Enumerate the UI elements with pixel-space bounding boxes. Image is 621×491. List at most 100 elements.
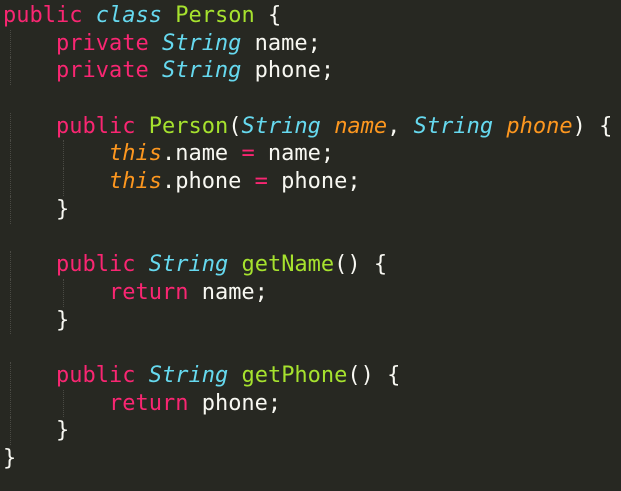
indent-guide <box>9 168 11 196</box>
code-token-storage: String <box>161 30 242 56</box>
code-token-storage: String <box>161 58 242 84</box>
code-token-entity: getPhone <box>241 362 348 388</box>
code-token-keyword: public <box>55 252 136 278</box>
code-token-keyword: = <box>241 141 255 167</box>
code-token-keyword: = <box>254 169 268 195</box>
code-token: } <box>55 418 70 444</box>
code-token: { <box>254 3 282 28</box>
code-token: ( <box>228 113 242 139</box>
code-token: name; <box>188 279 268 305</box>
indent-guide <box>9 140 11 169</box>
code-token-keyword: private <box>55 30 149 56</box>
code-token: , <box>387 113 414 139</box>
code-token-storage: String <box>148 252 229 278</box>
code-line[interactable]: this.name = name; <box>3 140 621 169</box>
code-token-storage: class <box>95 3 162 28</box>
code-line[interactable]: public String getPhone() { <box>3 361 621 390</box>
code-line[interactable]: } <box>3 195 621 224</box>
code-line[interactable]: } <box>3 445 621 473</box>
indent-guide <box>9 361 11 390</box>
code-token: phone; <box>188 390 282 416</box>
code-token-keyword: private <box>55 58 149 84</box>
code-token-parameter: this <box>108 169 162 195</box>
code-token-entity: Person <box>148 113 229 139</box>
code-token-keyword: public <box>55 113 136 139</box>
indent-guide <box>9 29 11 58</box>
indent-guide <box>9 306 11 335</box>
code-token: () { <box>334 252 388 278</box>
code-token: phone; <box>241 58 335 84</box>
code-line[interactable]: } <box>3 306 621 335</box>
code-token: } <box>3 446 17 471</box>
indent-guide <box>9 112 11 141</box>
code-token: () { <box>347 362 401 388</box>
code-token: .phone <box>161 169 255 195</box>
code-line[interactable]: private String phone; <box>3 57 621 86</box>
code-line[interactable]: public class Person { <box>3 2 621 30</box>
indent-guide <box>9 195 11 224</box>
code-token-parameter: name <box>334 113 388 139</box>
code-line[interactable]: return phone; <box>3 389 621 418</box>
code-line[interactable]: public Person(String name, String phone)… <box>3 112 621 141</box>
code-line[interactable]: ​ <box>3 334 621 362</box>
code-token: } <box>55 196 70 222</box>
indent-guide <box>62 389 64 418</box>
code-line[interactable]: return name; <box>3 278 621 307</box>
code-token-storage: String <box>241 113 321 139</box>
code-line[interactable]: ​ <box>3 85 621 113</box>
code-token: phone; <box>267 169 361 195</box>
code-token: name; <box>254 141 335 167</box>
code-token-parameter: phone <box>506 113 573 139</box>
indent-guide <box>9 278 11 307</box>
indent-guide <box>9 57 11 86</box>
indent-guide <box>9 417 11 445</box>
code-token: name; <box>241 30 321 56</box>
code-line[interactable]: private String name; <box>3 29 621 58</box>
code-token: .name <box>161 141 242 167</box>
code-token-parameter: this <box>108 141 162 167</box>
indent-guide <box>62 278 64 307</box>
code-line[interactable]: ​ <box>3 224 621 252</box>
code-token-entity: getName <box>241 252 335 278</box>
code-line[interactable]: this.phone = phone; <box>3 168 621 196</box>
code-editor[interactable]: public class Person { private String nam… <box>0 0 621 491</box>
code-line[interactable]: public String getName() { <box>3 251 621 279</box>
code-token-keyword: return <box>108 390 189 416</box>
code-token-entity: Person <box>175 3 255 28</box>
indent-guide <box>9 389 11 418</box>
indent-guide <box>62 168 64 196</box>
code-token-keyword: public <box>3 3 83 28</box>
code-token-keyword: public <box>55 362 136 388</box>
code-token: } <box>55 307 70 333</box>
indent-guide <box>9 251 11 279</box>
code-token: ) { <box>572 113 613 139</box>
code-line[interactable]: } <box>3 417 621 445</box>
code-token-storage: String <box>148 362 229 388</box>
code-token-keyword: return <box>108 279 189 305</box>
code-token-storage: String <box>413 113 494 139</box>
indent-guide <box>62 140 64 169</box>
